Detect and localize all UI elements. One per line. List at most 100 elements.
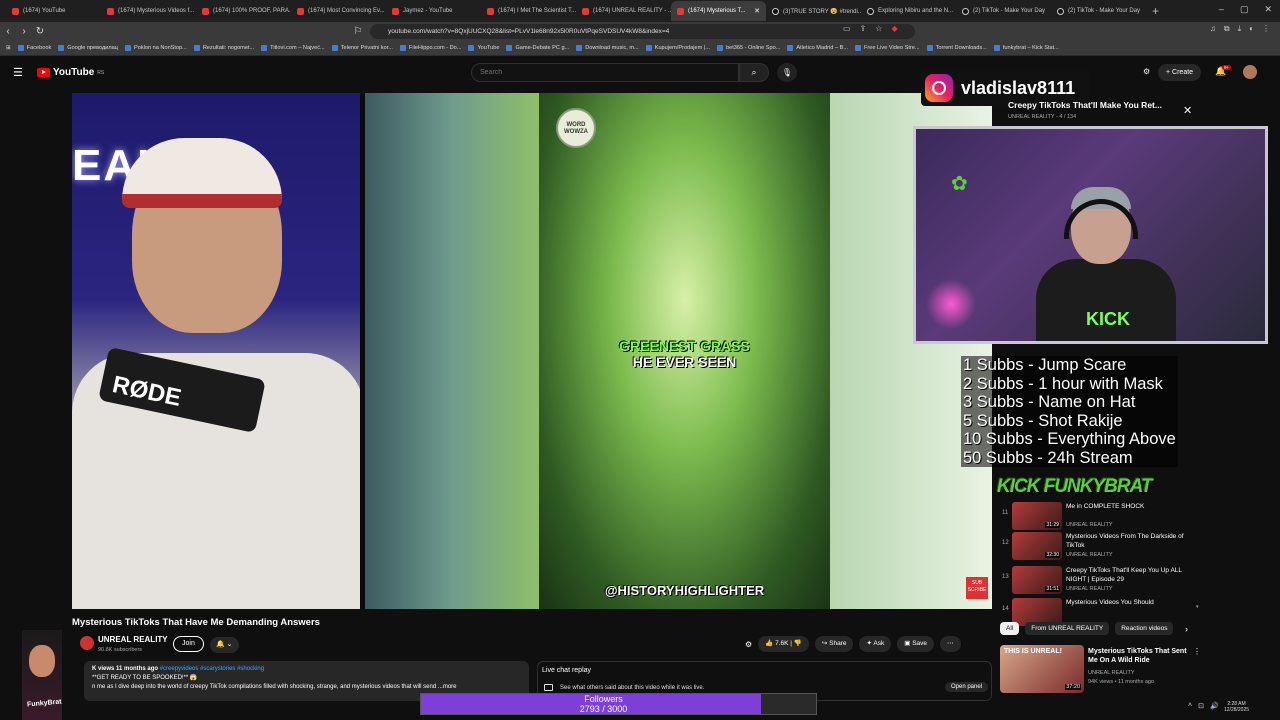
maximize-icon[interactable]: ▢ xyxy=(1240,4,1249,15)
music-icon[interactable]: ♫ xyxy=(1210,24,1216,34)
chevron-down-icon: ⌄ xyxy=(226,641,233,648)
bookmark-item[interactable]: YouTube xyxy=(468,45,499,51)
bookmark-item[interactable]: Atletico Madrid – B... xyxy=(787,45,848,51)
apps-icon[interactable]: ⊞ xyxy=(6,45,11,51)
bookmark-item[interactable]: Torrent Downloads... xyxy=(926,45,987,51)
extensions-icon[interactable]: ⧉ xyxy=(1224,24,1230,34)
channel-avatar[interactable] xyxy=(80,636,94,650)
search-input[interactable] xyxy=(471,63,739,82)
join-button[interactable]: Join xyxy=(173,636,204,652)
browser-tab[interactable]: (2) TikTok - Make Your Day xyxy=(956,1,1051,21)
share-button[interactable]: ↪ Share xyxy=(814,636,854,652)
subscribed-bell-button[interactable]: 🔔 ⌄ xyxy=(210,637,239,653)
bookmark-item[interactable]: Telenor Privatni kor... xyxy=(331,45,393,51)
browser-tab[interactable]: (3)TRUE STORY 😵 #trendi... xyxy=(766,1,861,21)
bookmark-item[interactable]: Rezultati: nogomet... xyxy=(193,45,254,51)
share-icon[interactable]: ⇪ xyxy=(860,24,867,33)
video-thumbnail[interactable]: THIS IS UNREAL! 37:20 xyxy=(1000,645,1084,693)
bookmark-item[interactable]: Titlovi.com – Najveć... xyxy=(261,45,325,51)
browser-tab[interactable]: Jaymez - YouTube xyxy=(386,1,481,21)
video-player[interactable]: EAL TY RØDE WORD WOWZA GREENEST GRASS HE… xyxy=(72,93,992,609)
bookmark-item[interactable]: Free Live Video Stre... xyxy=(855,45,920,51)
more-options-icon[interactable]: ⋮ xyxy=(1193,647,1201,656)
playlist-item[interactable]: 11 31:29 Me in COMPLETE SHOCK UNREAL REALIT… xyxy=(1000,502,1200,530)
reaction-cam: EAL TY RØDE xyxy=(72,93,365,609)
network-icon[interactable]: ⊡ xyxy=(1198,702,1204,710)
browser-tab[interactable]: (1674) Mysterious T... ✕ xyxy=(671,1,766,21)
channel-name[interactable]: UNREAL REALITY xyxy=(98,635,168,644)
like-count: 7.6K xyxy=(775,640,789,647)
forward-icon[interactable]: › xyxy=(16,26,32,37)
playlist-thumbnail[interactable]: 31:29 xyxy=(1012,502,1062,530)
bookmark-favicon-icon xyxy=(17,45,24,51)
close-tab-icon[interactable]: ✕ xyxy=(754,7,760,15)
tune-icon[interactable]: ⚐ xyxy=(350,26,366,37)
open-panel-button[interactable]: Open panel xyxy=(945,682,989,692)
bookmark-item[interactable]: bet365 - Online Spo... xyxy=(716,45,780,51)
new-tab-icon[interactable]: + xyxy=(1152,4,1159,18)
playlist-title[interactable]: Creepy TikToks That'll Make You Ret... xyxy=(1008,100,1176,110)
browser-tab[interactable]: (1674) UNREAL REALITY - ... xyxy=(576,1,671,21)
volume-icon[interactable]: 🔊 xyxy=(1210,702,1219,710)
recommended-video[interactable]: THIS IS UNREAL! 37:20 Mysterious TikToks… xyxy=(1000,645,1201,695)
filter-chip[interactable]: All xyxy=(1000,622,1020,635)
bookmark-item[interactable]: Facebook xyxy=(17,45,51,51)
desc-tags[interactable]: #creepyvideos #scarystories #shocking xyxy=(160,666,264,672)
playlist-item-title[interactable]: Me in COMPLETE SHOCK xyxy=(1066,502,1186,511)
browser-tab[interactable]: Exploring Nibiru and the N... xyxy=(861,1,956,21)
back-icon[interactable]: ‹ xyxy=(0,26,16,37)
voice-search-button[interactable]: 🎙 xyxy=(777,63,797,82)
playlist-thumbnail[interactable]: 31:51 xyxy=(1012,566,1062,594)
search-button[interactable]: ⌕ xyxy=(739,63,769,82)
filter-chip[interactable]: From UNREAL REALITY xyxy=(1025,622,1110,635)
chevron-right-icon[interactable]: › xyxy=(1185,624,1188,634)
extension-icon[interactable]: ◆ xyxy=(891,24,897,33)
bookmark-item[interactable]: Google преводилац xyxy=(58,45,118,51)
bookmark-star-icon[interactable]: ☆ xyxy=(875,24,882,33)
playlist-thumbnail[interactable]: 32:30 xyxy=(1012,532,1062,560)
scroll-down-icon[interactable]: ▾ xyxy=(1196,604,1199,610)
install-icon[interactable]: ▭ xyxy=(843,24,851,33)
profile-icon[interactable]: ◐ xyxy=(1249,24,1254,34)
like-button[interactable]: 👍 7.6K | 👎 xyxy=(758,636,809,652)
reload-icon[interactable]: ↻ xyxy=(32,26,48,37)
browser-tab[interactable]: (1674) I Met The Scientist T... xyxy=(481,1,576,21)
bookmark-item[interactable]: FileHippo.com - Do... xyxy=(399,45,461,51)
video-title[interactable]: Mysterious TikToks That Sent Me On A Wil… xyxy=(1088,647,1188,665)
browser-tab[interactable]: (1674) YouTube xyxy=(6,1,101,21)
playlist-item-title[interactable]: Mysterious Videos You Should xyxy=(1066,598,1186,607)
bookmark-item[interactable]: Download music, m... xyxy=(576,45,639,51)
hamburger-menu-icon[interactable]: ☰ xyxy=(13,66,23,79)
browser-tab[interactable]: (2) TikTok - Make Your Day xyxy=(1051,1,1146,21)
bookmark-item[interactable]: Game-Debate PC g... xyxy=(506,45,569,51)
playlist-item-title[interactable]: Mysterious Videos From The Darkside of T… xyxy=(1066,532,1186,550)
youtube-logo[interactable]: YouTube RS xyxy=(37,67,104,78)
download-icon[interactable]: ⤓ xyxy=(1238,24,1242,34)
create-button[interactable]: + Create xyxy=(1158,64,1202,81)
browser-tab[interactable]: (1674) 100% PROOF, PARA... xyxy=(196,1,291,21)
url-field[interactable]: youtube.com/watch?v=8QxjUUCXQ28&list=PLv… xyxy=(370,24,915,39)
filter-chip[interactable]: Reaction videos xyxy=(1115,622,1174,635)
bookmark-item[interactable]: Poklon na NonStop... xyxy=(124,45,187,51)
browser-tab[interactable]: (1674) Mysterious Videos f... xyxy=(101,1,196,21)
ask-label: Ask xyxy=(873,640,885,647)
minimize-icon[interactable]: – xyxy=(1219,4,1224,15)
avatar[interactable] xyxy=(1243,65,1257,79)
save-button[interactable]: ▣ Save xyxy=(897,636,935,652)
cast-icon[interactable]: ⚙ xyxy=(1143,67,1150,76)
close-icon[interactable]: ✕ xyxy=(1183,104,1192,117)
playlist-item-title[interactable]: Creepy TikToks That'll Keep You Up ALL N… xyxy=(1066,566,1186,584)
playlist-item[interactable]: 13 31:51 Creepy TikToks That'll Keep You U… xyxy=(1000,566,1200,594)
chevron-up-icon[interactable]: ˄ xyxy=(1188,702,1192,710)
system-clock[interactable]: 2:28 AM 12/28/2025 xyxy=(1224,701,1249,713)
playlist-item[interactable]: 12 32:30 Mysterious Videos From The Darksi… xyxy=(1000,532,1200,560)
channel-name[interactable]: UNREAL REALITY xyxy=(1088,670,1135,676)
bookmark-item[interactable]: Kupujem/Prodajem |... xyxy=(645,45,710,51)
close-window-icon[interactable]: ✕ xyxy=(1264,4,1272,15)
menu-dots-icon[interactable]: ⋮ xyxy=(1262,24,1270,34)
browser-tab[interactable]: (1674) Most Convincing Ev... xyxy=(291,1,386,21)
gear-icon[interactable]: ⚙ xyxy=(745,640,752,649)
bookmark-item[interactable]: funkybrat – Kick Stat... xyxy=(993,45,1059,51)
more-actions-button[interactable]: ⋯ xyxy=(940,636,961,652)
ask-button[interactable]: ✦ Ask xyxy=(859,636,892,652)
